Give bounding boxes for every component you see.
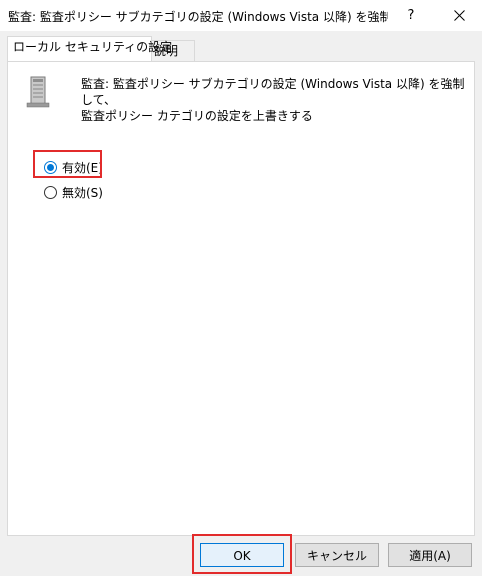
help-button[interactable]: ? [388, 0, 434, 31]
server-icon [26, 76, 50, 108]
window-title: 監査: 監査ポリシー サブカテゴリの設定 (Windows Vista 以降) … [8, 10, 388, 24]
enabled-radio[interactable] [44, 161, 57, 174]
disabled-radio-option[interactable]: 無効(S) [44, 184, 103, 201]
tab-local-security-setting[interactable]: ローカル セキュリティの設定 [7, 36, 172, 61]
policy-description-line-1: 監査: 監査ポリシー サブカテゴリの設定 (Windows Vista 以降) … [81, 77, 465, 107]
title-bar: 監査: 監査ポリシー サブカテゴリの設定 (Windows Vista 以降) … [0, 0, 482, 31]
disabled-radio[interactable] [44, 186, 57, 199]
enabled-radio-option[interactable]: 有効(E) [44, 159, 103, 176]
close-button[interactable] [436, 0, 482, 31]
policy-description-line-2: 監査ポリシー カテゴリの設定を上書きする [81, 109, 313, 123]
apply-button[interactable]: 適用(A) [388, 543, 472, 567]
cancel-button[interactable]: キャンセル [295, 543, 379, 567]
enabled-label: 有効(E) [62, 161, 103, 175]
policy-description: 監査: 監査ポリシー サブカテゴリの設定 (Windows Vista 以降) … [81, 76, 466, 124]
ok-button[interactable]: OK [200, 543, 284, 567]
settings-panel: 監査: 監査ポリシー サブカテゴリの設定 (Windows Vista 以降) … [7, 61, 475, 536]
close-icon [453, 10, 465, 21]
disabled-label: 無効(S) [62, 186, 103, 200]
